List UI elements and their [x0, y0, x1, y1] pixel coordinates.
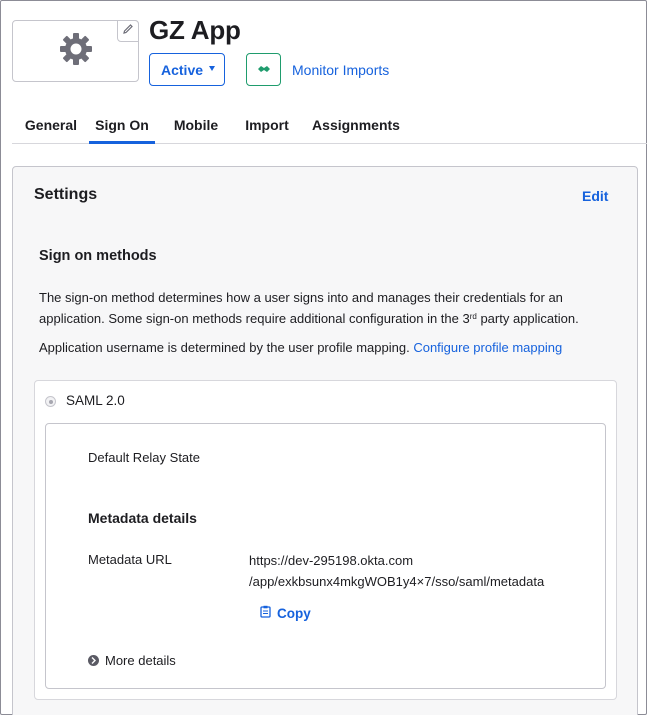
- saml-details-box: Default Relay State Metadata details Met…: [45, 423, 606, 689]
- more-details-toggle[interactable]: More details: [88, 653, 176, 668]
- settings-title: Settings: [34, 186, 98, 203]
- chevron-right-icon: [88, 655, 99, 666]
- saml-label: SAML 2.0: [66, 393, 125, 408]
- pencil-icon: [122, 22, 134, 40]
- clipboard-icon: [260, 605, 271, 621]
- tab-sign-on[interactable]: Sign On: [89, 105, 155, 144]
- status-dropdown[interactable]: Active: [149, 53, 225, 86]
- sign-on-methods-title: Sign on methods: [39, 248, 157, 264]
- metadata-url-value: https://dev-295198.okta.com /app/exkbsun…: [249, 553, 545, 589]
- metadata-details-title: Metadata details: [88, 510, 197, 526]
- import-button[interactable]: [246, 53, 281, 86]
- handshake-icon: [257, 61, 271, 79]
- tab-general[interactable]: General: [23, 105, 79, 144]
- monitor-imports-link[interactable]: Monitor Imports: [292, 62, 389, 78]
- saml-method-card: SAML 2.0 Default Relay State Metadata de…: [34, 380, 617, 700]
- tab-import[interactable]: Import: [245, 105, 289, 144]
- edit-logo-button[interactable]: [117, 20, 139, 42]
- app-title: GZ App: [149, 15, 241, 45]
- settings-panel: Settings Edit Sign on methods The sign-o…: [12, 166, 638, 715]
- tab-assignments[interactable]: Assignments: [312, 105, 400, 144]
- username-mapping-text: Application username is determined by th…: [39, 340, 563, 355]
- saml-radio[interactable]: [45, 396, 56, 407]
- configure-profile-mapping-link[interactable]: Configure profile mapping: [413, 340, 562, 355]
- more-details-label: More details: [105, 653, 176, 668]
- default-relay-state-label: Default Relay State: [88, 450, 201, 465]
- status-label: Active: [161, 61, 204, 78]
- copy-button[interactable]: Copy: [260, 605, 311, 621]
- copy-label: Copy: [277, 605, 311, 621]
- app-logo: [12, 20, 139, 82]
- tab-mobile[interactable]: Mobile: [174, 105, 218, 144]
- metadata-url-label: Metadata URL: [88, 552, 172, 567]
- tab-bar: General Sign On Mobile Import Assignment…: [12, 105, 647, 144]
- edit-settings-button[interactable]: Edit: [582, 188, 608, 204]
- sign-on-description: The sign-on method determines how a user…: [39, 290, 579, 326]
- caret-down-icon: [209, 66, 215, 71]
- gear-icon: [59, 32, 93, 71]
- app-window: GZ App Active Monitor Imports General Si…: [0, 0, 647, 715]
